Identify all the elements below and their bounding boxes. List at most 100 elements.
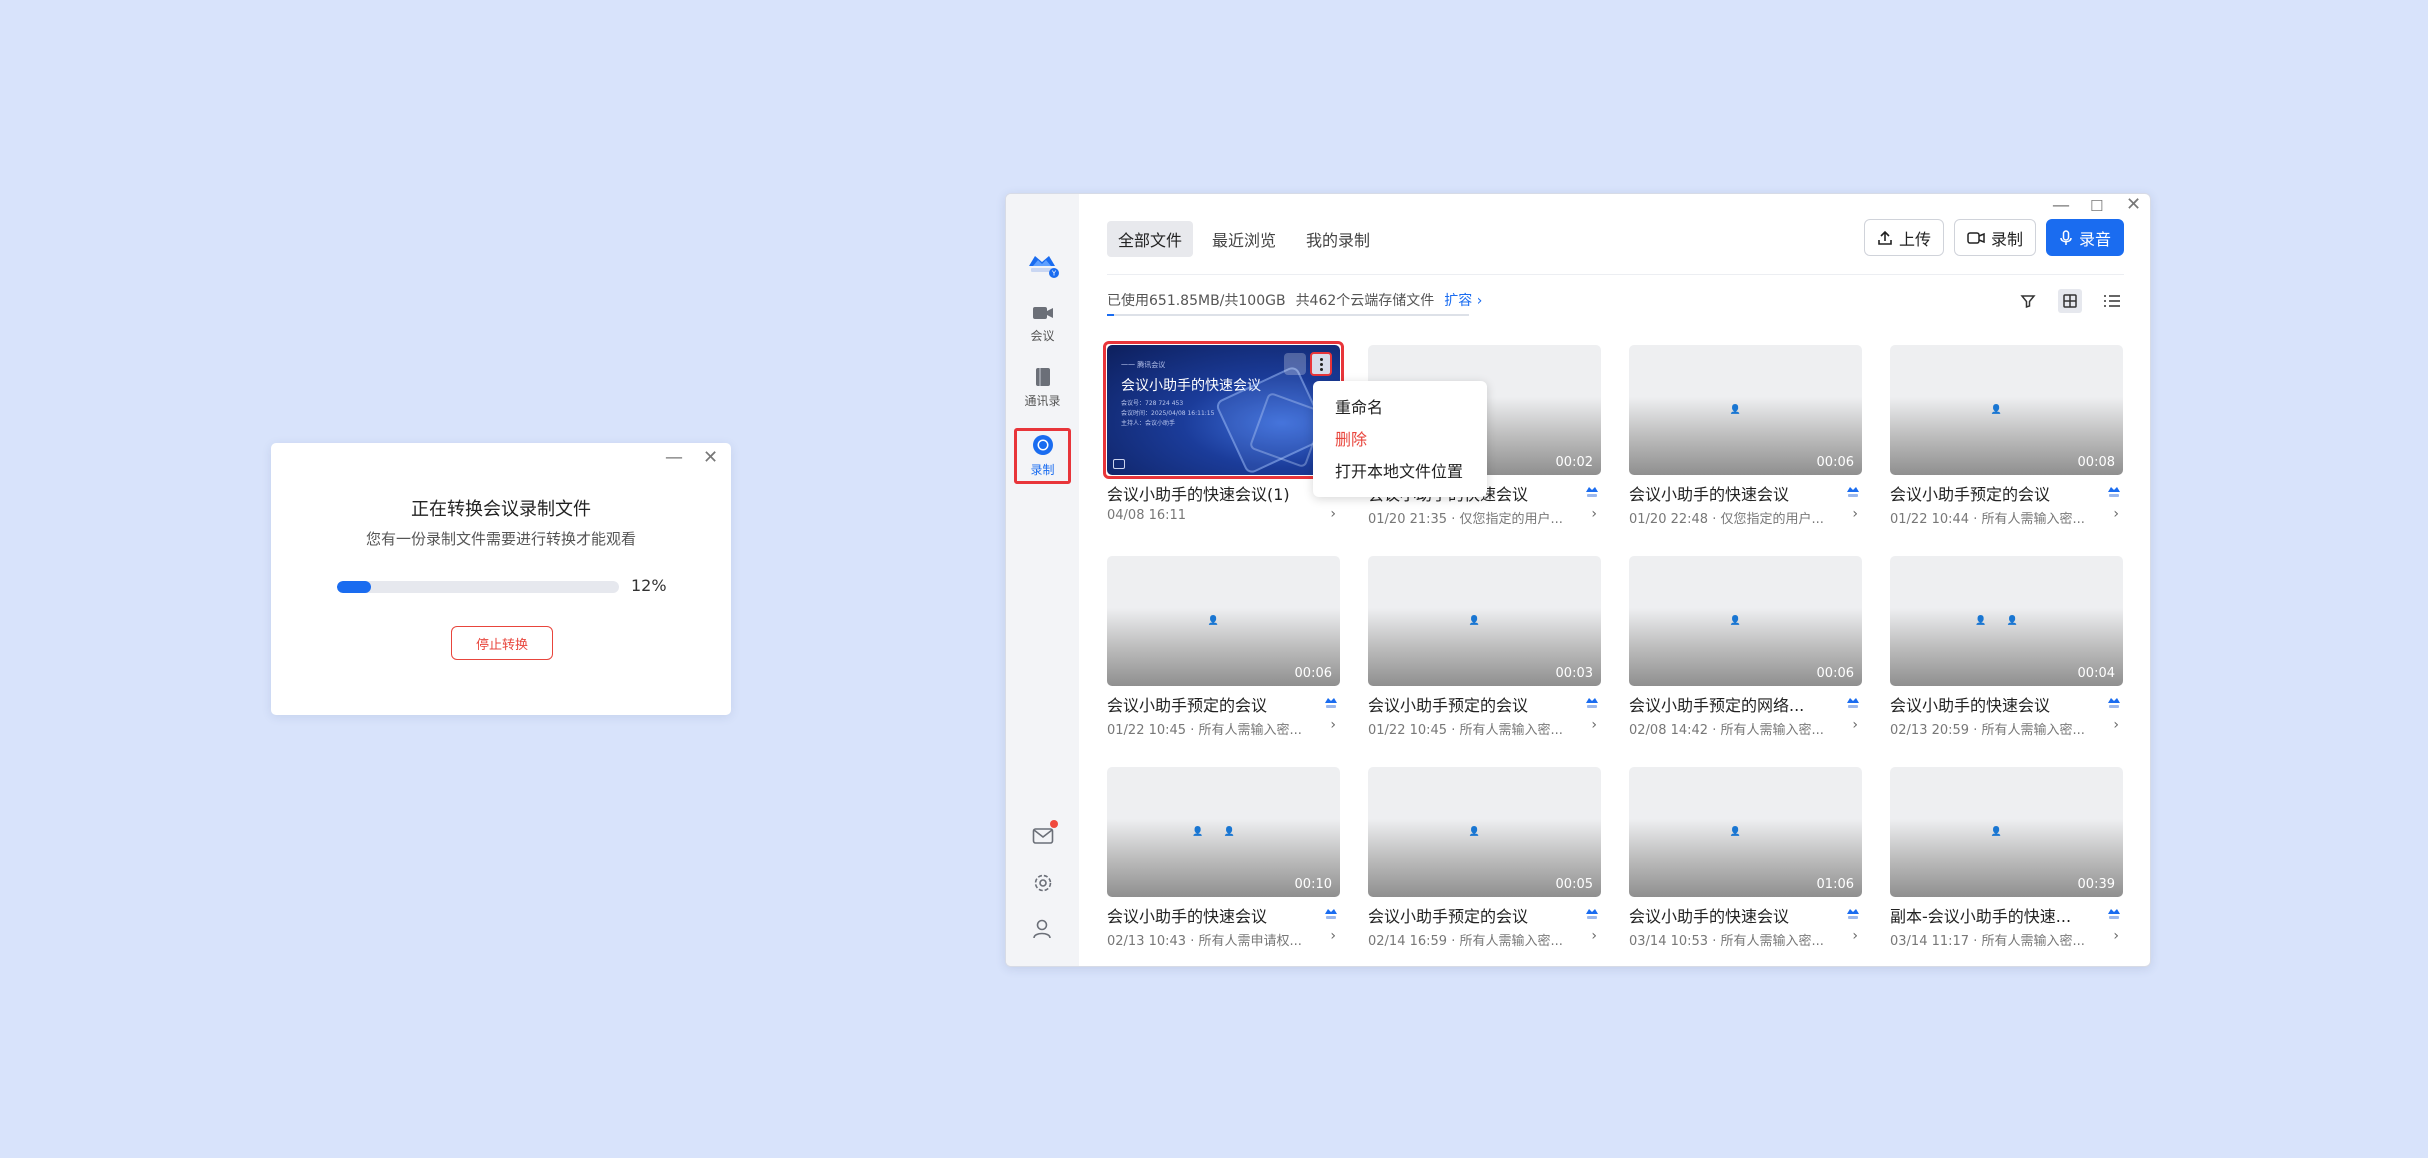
- thumb-detail-line: 主持人：会议小助手: [1121, 420, 1176, 427]
- gear-icon: [1034, 874, 1052, 892]
- file-card[interactable]: 👤 01:06 会议小助手的快速会议 03/14 10:53 · 所有人需输入密...…: [1629, 767, 1862, 956]
- chevron-right-icon[interactable]: ›: [1852, 506, 1858, 522]
- file-card[interactable]: 👤 00:06 会议小助手预定的会议 01/22 10:45 · 所有人需输入密...…: [1107, 556, 1340, 745]
- mail-button[interactable]: [1030, 820, 1058, 849]
- file-title: 会议小助手的快速会议: [1629, 907, 1790, 926]
- participant-icons: 👤: [1729, 405, 1762, 415]
- chevron-right-icon[interactable]: ›: [1591, 506, 1597, 522]
- file-title: 会议小助手的快速会议: [1629, 485, 1790, 504]
- file-title: 会议小助手预定的会议: [1368, 907, 1529, 926]
- app-window: Y 会议 通讯录 录制 — ☐ ✕ 全部文件 最近浏览 我的录制 上传 录制 录…: [1005, 193, 2151, 967]
- sidebar-item-contacts[interactable]: 通讯录: [1014, 360, 1071, 416]
- settings-button[interactable]: [1030, 870, 1056, 896]
- file-title: 会议小助手预定的会议: [1107, 696, 1268, 715]
- rename-menu-item[interactable]: 重命名: [1313, 390, 1487, 422]
- progress-bar: [337, 581, 619, 593]
- participant-icons: 👤👤: [1192, 827, 1255, 837]
- participant-icons: 👤: [1729, 616, 1762, 626]
- file-tabs: 全部文件 最近浏览 我的录制: [1107, 221, 1381, 257]
- header-divider: [1107, 274, 2124, 275]
- tab-all-files[interactable]: 全部文件: [1107, 221, 1194, 257]
- toolbar: 上传 录制 录音: [1863, 219, 2124, 256]
- file-thumbnail[interactable]: 👤 00:06: [1629, 345, 1862, 475]
- upload-label: 上传: [1898, 229, 1931, 249]
- notification-dot: [1050, 820, 1058, 828]
- file-card[interactable]: 👤 00:06 会议小助手预定的网络... 02/08 14:42 · 所有人需输入密…: [1629, 556, 1862, 745]
- participant-icons: 👤: [1729, 827, 1762, 837]
- minimize-button[interactable]: —: [665, 449, 683, 467]
- sidebar-item-meetings[interactable]: 会议: [1014, 296, 1071, 352]
- file-thumbnail[interactable]: 👤 00:06: [1629, 556, 1862, 686]
- filter-icon: [2020, 295, 2036, 309]
- grid-icon: [2063, 294, 2077, 308]
- close-button[interactable]: ✕: [2126, 196, 2141, 214]
- file-thumbnail[interactable]: 一一 腾讯会议 会议小助手的快速会议 会议号：728 724 453 会议时间：202…: [1107, 345, 1340, 475]
- file-card[interactable]: 👤👤 00:10 会议小助手的快速会议 02/13 10:43 · 所有人需申请权..…: [1107, 767, 1340, 956]
- open-location-menu-item[interactable]: 打开本地文件位置: [1313, 454, 1487, 486]
- video-record-icon: [1967, 231, 1985, 244]
- stop-convert-button[interactable]: 停止转换: [451, 626, 553, 660]
- file-card[interactable]: 👤👤 00:04 会议小助手的快速会议 02/13 20:59 · 所有人需输入密..…: [1890, 556, 2123, 745]
- user-settings-button[interactable]: [1030, 916, 1056, 942]
- record-label: 录制: [1990, 229, 2023, 249]
- expand-storage-link[interactable]: 扩容 ›: [1444, 290, 1482, 310]
- file-card[interactable]: 👤 00:39 副本-会议小助手的快速... 03/14 11:17 · 所有人需输入…: [1890, 767, 2123, 956]
- delete-menu-item[interactable]: 删除: [1313, 422, 1487, 454]
- maximize-button[interactable]: ☐: [2090, 197, 2103, 215]
- file-thumbnail[interactable]: 👤 00:05: [1368, 767, 1601, 897]
- sidebar: Y 会议 通讯录 录制: [1006, 194, 1079, 966]
- duration-label: 00:06: [1816, 666, 1854, 681]
- chevron-right-icon[interactable]: ›: [1591, 717, 1597, 733]
- more-options-icon[interactable]: [1310, 352, 1332, 376]
- audio-record-button[interactable]: 录音: [2045, 219, 2124, 256]
- chevron-right-icon[interactable]: ›: [1330, 717, 1336, 733]
- close-button[interactable]: ✕: [703, 449, 718, 467]
- cloud-meeting-icon: [1325, 909, 1337, 919]
- file-thumbnail[interactable]: 👤 00:03: [1368, 556, 1601, 686]
- upload-button[interactable]: 上传: [1863, 219, 1944, 256]
- grid-view-button[interactable]: [2058, 289, 2082, 313]
- sidebar-item-recordings[interactable]: 录制: [1014, 428, 1071, 484]
- select-icon[interactable]: [1284, 353, 1306, 375]
- record-button[interactable]: 录制: [1953, 219, 2036, 256]
- file-subtitle: 02/08 14:42 · 所有人需输入密...: [1629, 723, 1824, 738]
- chevron-right-icon[interactable]: ›: [2113, 506, 2119, 522]
- video-camera-icon: [1032, 307, 1053, 319]
- file-subtitle: 03/14 10:53 · 所有人需输入密...: [1629, 934, 1824, 949]
- file-thumbnail[interactable]: 👤 01:06: [1629, 767, 1862, 897]
- duration-label: 00:03: [1555, 666, 1593, 681]
- file-thumbnail[interactable]: 👤👤 00:10: [1107, 767, 1340, 897]
- file-thumbnail[interactable]: 👤 00:08: [1890, 345, 2123, 475]
- list-view-button[interactable]: [2100, 289, 2124, 313]
- file-card[interactable]: 👤 00:06 会议小助手的快速会议 01/20 22:48 · 仅您指定的用户...…: [1629, 345, 1862, 534]
- filter-button[interactable]: [2016, 289, 2040, 313]
- minimize-button[interactable]: —: [2052, 197, 2070, 215]
- chevron-right-icon[interactable]: ›: [2113, 928, 2119, 944]
- duration-label: 00:06: [1294, 666, 1332, 681]
- file-title: 副本-会议小助手的快速...: [1890, 907, 2072, 926]
- chevron-right-icon[interactable]: ›: [2113, 717, 2119, 733]
- tab-my-recordings[interactable]: 我的录制: [1295, 221, 1381, 257]
- file-title: 会议小助手预定的会议: [1890, 485, 2051, 504]
- file-thumbnail[interactable]: 👤👤 00:04: [1890, 556, 2123, 686]
- cloud-meeting-icon: [2108, 487, 2120, 497]
- file-thumbnail[interactable]: 👤 00:39: [1890, 767, 2123, 897]
- storage-bar: [1107, 314, 1469, 316]
- file-card[interactable]: 👤 00:08 会议小助手预定的会议 01/22 10:44 · 所有人需输入密...…: [1890, 345, 2123, 534]
- cloud-meeting-icon: [1847, 487, 1859, 497]
- file-card[interactable]: 👤 00:05 会议小助手预定的会议 02/14 16:59 · 所有人需输入密...…: [1368, 767, 1601, 956]
- chevron-right-icon[interactable]: ›: [1852, 928, 1858, 944]
- file-thumbnail[interactable]: 👤 00:06: [1107, 556, 1340, 686]
- chevron-right-icon[interactable]: ›: [1591, 928, 1597, 944]
- microphone-icon: [2060, 229, 2072, 245]
- chevron-right-icon[interactable]: ›: [1852, 717, 1858, 733]
- tab-recent[interactable]: 最近浏览: [1201, 221, 1287, 257]
- chevron-right-icon[interactable]: ›: [1330, 928, 1336, 944]
- file-subtitle: 02/14 16:59 · 所有人需输入密...: [1368, 934, 1563, 949]
- file-card[interactable]: 一一 腾讯会议 会议小助手的快速会议 会议号：728 724 453 会议时间：202…: [1103, 341, 1344, 534]
- storage-used: 已使用651.85MB/共100GB: [1107, 293, 1286, 309]
- thumb-detail-line: 会议号：728 724 453: [1121, 400, 1184, 407]
- participant-icons: 👤👤: [1975, 616, 2038, 626]
- chevron-right-icon[interactable]: ›: [1330, 506, 1336, 522]
- file-card[interactable]: 👤 00:03 会议小助手预定的会议 01/22 10:45 · 所有人需输入密...…: [1368, 556, 1601, 745]
